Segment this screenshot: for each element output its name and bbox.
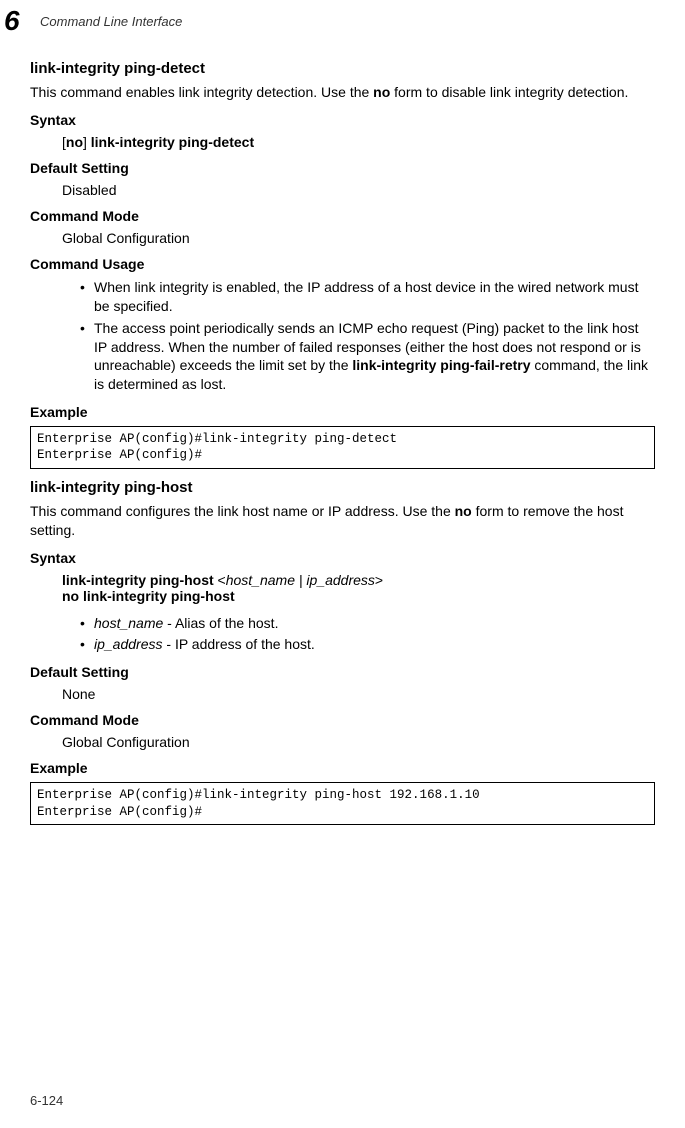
command-description-2: This command configures the link host na… xyxy=(30,502,655,540)
bullet-text: When link integrity is enabled, the IP a… xyxy=(94,279,638,314)
desc2-pre: This command configures the link host na… xyxy=(30,503,455,519)
param-desc-2: - IP address of the host. xyxy=(163,636,315,652)
syntax-bullet-1: host_name - Alias of the host. xyxy=(80,614,655,633)
syntax-bullet-2: ip_address - IP address of the host. xyxy=(80,635,655,654)
desc-bold: no xyxy=(373,84,390,100)
command-mode-value-1: Global Configuration xyxy=(62,230,655,246)
command-title-2: link-integrity ping-host xyxy=(30,479,655,496)
angle-close: > xyxy=(375,572,383,588)
example-code-1: Enterprise AP(config)#link-integrity pin… xyxy=(30,426,655,469)
page-content: link-integrity ping-detect This command … xyxy=(30,60,655,825)
desc-post: form to disable link integrity detection… xyxy=(390,84,628,100)
syntax-heading-2: Syntax xyxy=(30,550,655,566)
desc-pre: This command enables link integrity dete… xyxy=(30,84,373,100)
command-mode-value-2: Global Configuration xyxy=(62,734,655,750)
page-number: 6-124 xyxy=(30,1093,63,1108)
syntax-bullet-list: host_name - Alias of the host. ip_addres… xyxy=(80,614,655,655)
syntax2-params: host_name | ip_address xyxy=(226,572,375,588)
default-setting-heading-2: Default Setting xyxy=(30,664,655,680)
syntax-cmd: link-integrity ping-detect xyxy=(91,134,254,150)
header-title: Command Line Interface xyxy=(40,14,182,29)
default-setting-heading-1: Default Setting xyxy=(30,160,655,176)
syntax2-cmd: link-integrity ping-host xyxy=(62,572,218,588)
usage-bullet-2: The access point periodically sends an I… xyxy=(80,319,655,395)
syntax2-no: no link-integrity ping-host xyxy=(62,588,235,604)
bracket-close: ] xyxy=(83,134,91,150)
command-title-1: link-integrity ping-detect xyxy=(30,60,655,77)
param-desc-1: - Alias of the host. xyxy=(163,615,278,631)
bullet-bold: link-integrity ping-fail-retry xyxy=(352,357,530,373)
param-name-1: host_name xyxy=(94,615,163,631)
syntax-no: no xyxy=(66,134,83,150)
example-heading-1: Example xyxy=(30,404,655,420)
syntax-line-1: [no] link-integrity ping-detect xyxy=(62,134,655,150)
command-usage-heading-1: Command Usage xyxy=(30,256,655,272)
example-code-2: Enterprise AP(config)#link-integrity pin… xyxy=(30,782,655,825)
desc2-bold: no xyxy=(455,503,472,519)
usage-bullet-list: When link integrity is enabled, the IP a… xyxy=(80,278,655,394)
command-mode-heading-1: Command Mode xyxy=(30,208,655,224)
param-name-2: ip_address xyxy=(94,636,163,652)
syntax-heading-1: Syntax xyxy=(30,112,655,128)
default-setting-value-1: Disabled xyxy=(62,182,655,198)
command-mode-heading-2: Command Mode xyxy=(30,712,655,728)
angle-open: < xyxy=(218,572,226,588)
chapter-number: 6 xyxy=(0,5,24,37)
default-setting-value-2: None xyxy=(62,686,655,702)
usage-bullet-1: When link integrity is enabled, the IP a… xyxy=(80,278,655,316)
syntax-line-2: link-integrity ping-host <host_name | ip… xyxy=(62,572,655,604)
command-description-1: This command enables link integrity dete… xyxy=(30,83,655,102)
example-heading-2: Example xyxy=(30,760,655,776)
